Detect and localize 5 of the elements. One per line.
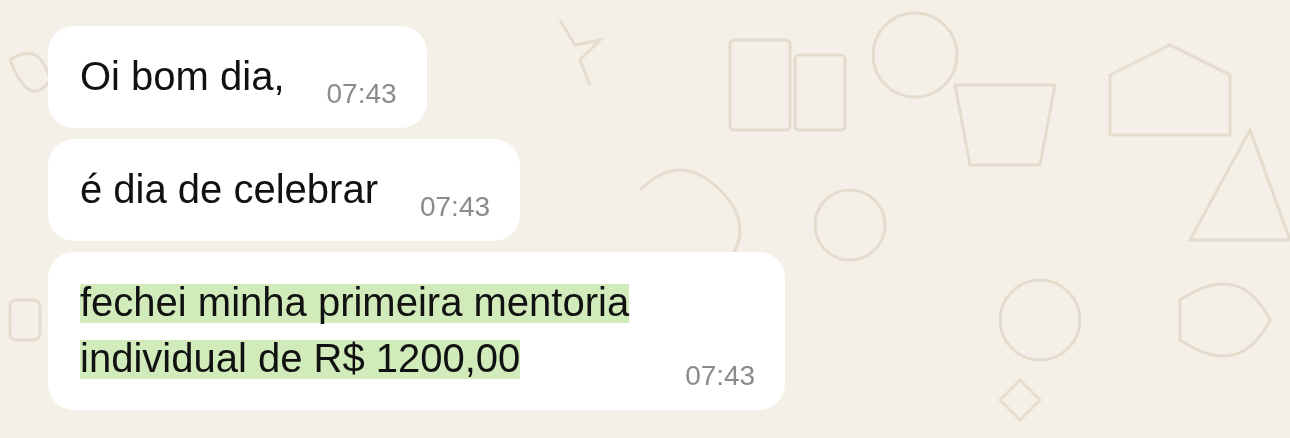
message-time: 07:43 [419, 191, 491, 223]
message-text: Oi bom dia, [80, 53, 285, 100]
message-time: 07:43 [685, 360, 756, 392]
message-time: 07:43 [326, 78, 397, 110]
message-text: é dia de celebrar [80, 166, 378, 213]
